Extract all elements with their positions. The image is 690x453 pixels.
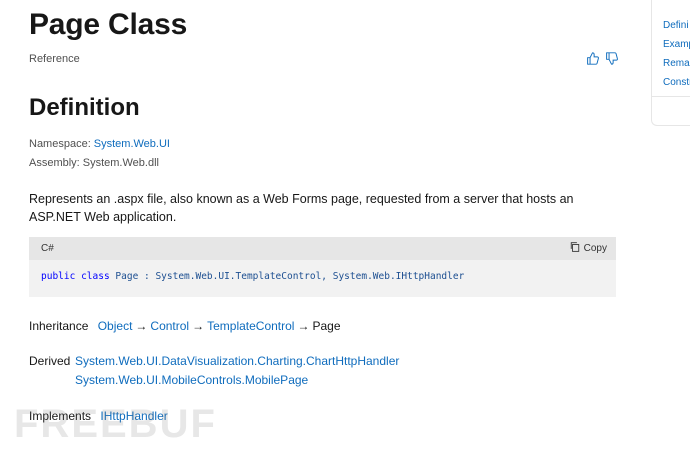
watermark-logo: FREEBUF [14,402,217,446]
code-language: C# [41,243,54,254]
copy-label: Copy [583,243,607,254]
derived-label: Derived [29,354,71,368]
code-content: public class Page : System.Web.UI.Templa… [29,260,616,293]
namespace-label: Namespace: [29,138,91,150]
derived-link-charthttphandler[interactable]: System.Web.UI.DataVisualization.Charting… [75,354,399,368]
derived-item: System.Web.UI.DataVisualization.Charting… [75,354,399,368]
code-header: C# Copy [29,237,616,260]
thumbs-up-icon[interactable] [586,52,599,65]
arrow-icon: → [135,319,148,333]
thumbs-down-icon[interactable] [605,52,618,65]
reference-label: Reference [29,53,80,65]
feedback-group [586,52,618,65]
class-description: Represents an .aspx file, also known as … [29,192,574,224]
toc-item-remarks[interactable]: Remar [663,58,690,69]
toc-item-constructors[interactable]: Constr [663,77,690,88]
code-block: C# Copy public class Page : System.Web.U… [29,237,616,297]
code-declaration: Page : System.Web.UI.TemplateControl, Sy… [115,271,465,282]
inheritance-label: Inheritance [29,319,89,333]
assembly-label: Assembly: [29,157,80,169]
page-title: Page Class [29,8,188,41]
toc-divider [652,96,690,97]
toc-item-definition[interactable]: Defini [663,20,689,31]
namespace-row: Namespace: System.Web.UI [29,138,170,150]
docs-page: Page Class Reference Definition Namespac… [0,0,690,453]
derived-link-mobilepage[interactable]: System.Web.UI.MobileControls.MobilePage [75,373,308,387]
inheritance-current: Page [312,319,341,333]
derived-item: System.Web.UI.MobileControls.MobilePage [75,373,308,387]
arrow-icon: → [192,319,205,333]
arrow-icon: → [297,319,310,333]
inheritance-link-templatecontrol[interactable]: TemplateControl [207,319,294,333]
inheritance-link-object[interactable]: Object [98,319,133,333]
assembly-value: System.Web.dll [82,157,159,169]
inheritance-row: Inheritance Object → Control → TemplateContr… [29,319,341,333]
code-keyword-public: public [41,271,76,282]
table-of-contents: Defini Examp Remar Constr [651,0,690,126]
toc-item-examples[interactable]: Examp [663,39,690,50]
code-keyword-class: class [81,271,110,282]
assembly-row: Assembly: System.Web.dll [29,157,159,169]
definition-heading: Definition [29,94,140,121]
inheritance-link-control[interactable]: Control [150,319,189,333]
copy-icon [570,242,580,255]
copy-button[interactable]: Copy [570,242,607,255]
namespace-link[interactable]: System.Web.UI [94,138,170,150]
